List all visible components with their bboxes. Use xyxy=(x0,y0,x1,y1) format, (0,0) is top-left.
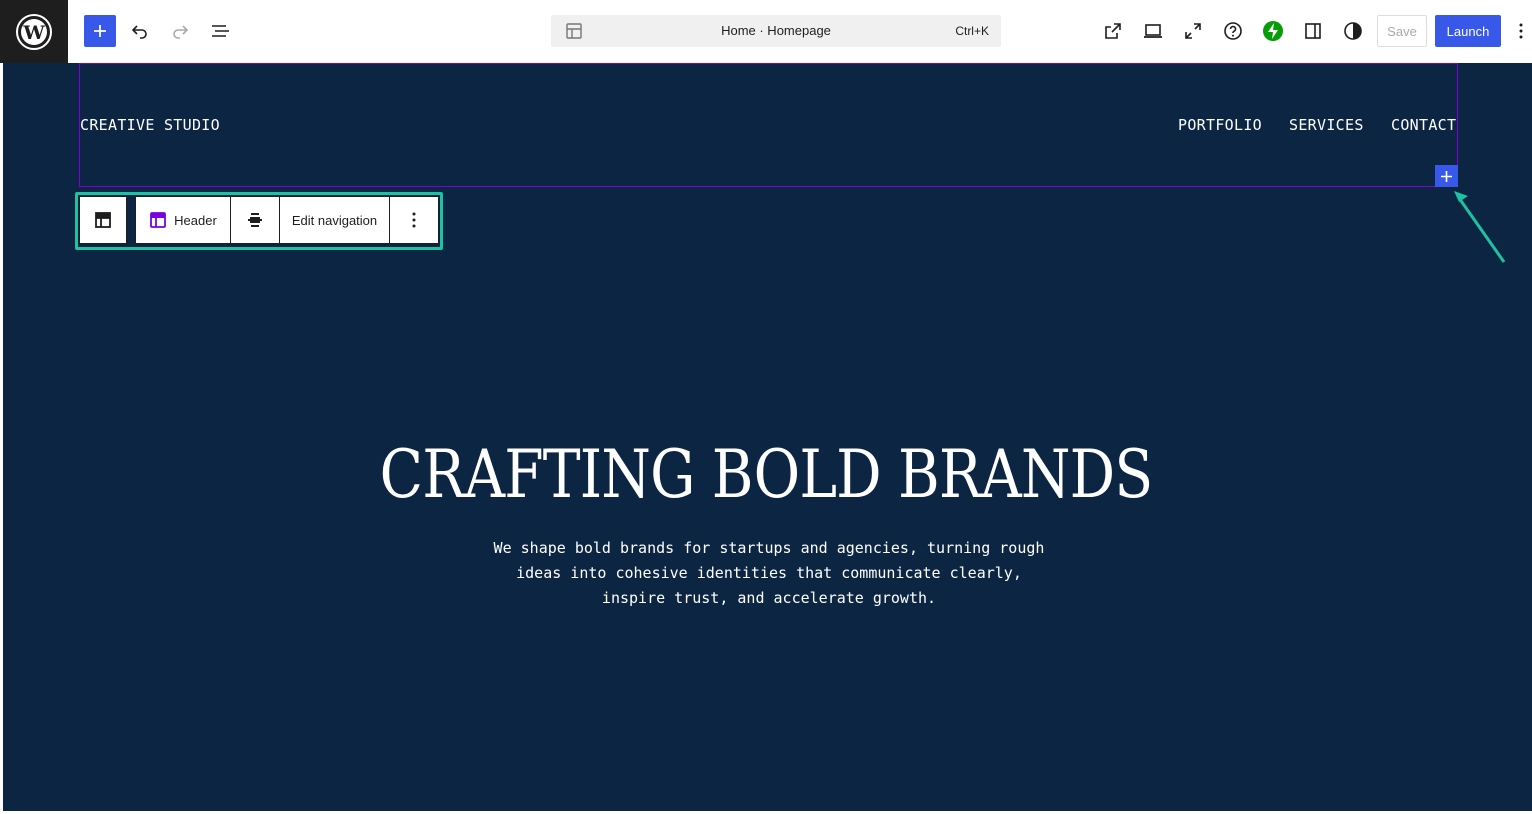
align-center-icon xyxy=(248,213,262,227)
redo-button[interactable] xyxy=(164,15,196,47)
nav-item-contact[interactable]: CONTACT xyxy=(1391,116,1456,134)
align-button[interactable] xyxy=(230,197,279,243)
parent-block-group xyxy=(79,196,127,244)
header-block-icon xyxy=(150,212,167,228)
shortcut-hint: Ctrl+K xyxy=(955,24,989,38)
undo-icon xyxy=(131,25,147,39)
device-preview-button[interactable] xyxy=(1137,15,1169,47)
contrast-icon xyxy=(1344,22,1362,40)
block-options-button[interactable] xyxy=(389,197,438,243)
more-vertical-icon xyxy=(1519,23,1523,39)
command-palette-bar[interactable]: Home · Homepage Ctrl+K xyxy=(551,15,1001,47)
sidebar-icon xyxy=(1305,23,1321,39)
list-view-icon xyxy=(212,25,229,37)
wordpress-logo-icon[interactable]: W xyxy=(0,0,68,63)
hero-heading[interactable]: CRAFTING BOLD BRANDS xyxy=(107,436,1425,513)
document-overview-button[interactable] xyxy=(204,15,236,47)
block-controls-group: Header Edit navigation xyxy=(135,196,439,244)
plus-icon xyxy=(94,25,106,37)
block-switcher-button[interactable]: Header xyxy=(136,197,230,243)
document-title: Home · Homepage xyxy=(721,23,831,38)
redo-icon xyxy=(173,25,189,39)
save-button[interactable]: Save xyxy=(1377,15,1427,47)
jetpack-button[interactable] xyxy=(1257,15,1289,47)
nav-item-services[interactable]: SERVICES xyxy=(1289,116,1364,134)
toolbar-gap xyxy=(127,196,135,244)
styles-button[interactable] xyxy=(1337,15,1369,47)
view-site-button[interactable] xyxy=(1097,15,1129,47)
expand-icon xyxy=(1185,23,1201,39)
fullscreen-button[interactable] xyxy=(1177,15,1209,47)
hero-paragraph[interactable]: We shape bold brands for startups and ag… xyxy=(486,536,1052,611)
editor-top-toolbar: W Home · Homepage Ctrl+K Save Launch xyxy=(0,0,1532,63)
template-part-icon xyxy=(95,212,111,228)
options-button[interactable] xyxy=(1510,15,1532,47)
undo-button[interactable] xyxy=(124,15,156,47)
more-vertical-icon xyxy=(412,212,416,228)
desktop-icon xyxy=(1144,24,1162,38)
external-link-icon xyxy=(1105,23,1121,39)
select-parent-button[interactable] xyxy=(80,197,126,243)
jetpack-bolt-icon xyxy=(1263,21,1283,41)
nav-item-portfolio[interactable]: PORTFOLIO xyxy=(1178,116,1262,134)
annotation-arrow xyxy=(1454,191,1506,263)
help-icon xyxy=(1224,22,1242,40)
svg-text:W: W xyxy=(22,22,45,44)
site-title[interactable]: CREATIVE STUDIO xyxy=(80,116,220,134)
launch-button[interactable]: Launch xyxy=(1435,15,1501,47)
add-block-button[interactable] xyxy=(84,15,116,47)
block-label: Header xyxy=(174,212,217,228)
edit-navigation-button[interactable]: Edit navigation xyxy=(279,197,389,243)
settings-sidebar-button[interactable] xyxy=(1297,15,1329,47)
block-toolbar: Header Edit navigation xyxy=(79,196,439,244)
help-button[interactable] xyxy=(1217,15,1249,47)
